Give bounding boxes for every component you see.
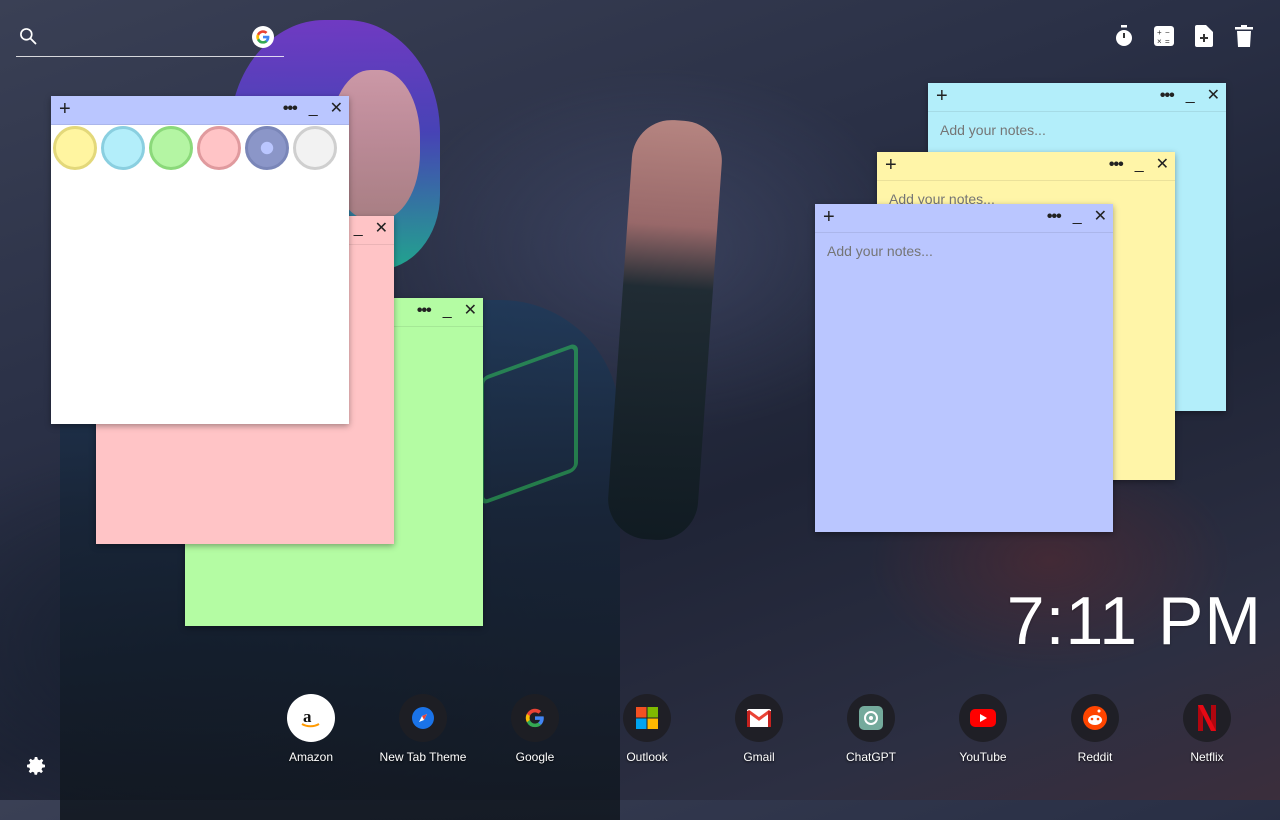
amazon-icon: a: [287, 694, 335, 742]
shortcut-label: YouTube: [959, 750, 1007, 764]
minimize-button[interactable]: _: [1135, 156, 1144, 174]
shortcut-netflix[interactable]: Netflix: [1151, 694, 1263, 764]
svg-text:a: a: [303, 707, 312, 726]
color-swatch-blue[interactable]: [101, 126, 145, 170]
shortcut-label: Google: [515, 750, 555, 764]
wallpaper-neon-accent: [480, 342, 578, 506]
minimize-button[interactable]: _: [309, 100, 318, 118]
compass-icon: [399, 694, 447, 742]
svg-text:−: −: [1165, 28, 1170, 37]
minimize-button[interactable]: _: [354, 220, 363, 238]
close-button[interactable]: ✕: [1207, 87, 1220, 105]
trash-icon[interactable]: [1232, 24, 1256, 48]
minimize-button[interactable]: _: [1186, 87, 1195, 105]
close-button[interactable]: ✕: [375, 220, 388, 238]
note-header: + ••• _ ✕: [877, 152, 1175, 181]
more-options-button[interactable]: •••: [283, 100, 298, 118]
shortcut-youtube[interactable]: YouTube: [927, 694, 1039, 764]
color-palette: [51, 124, 355, 172]
close-button[interactable]: ✕: [330, 100, 343, 118]
shortcut-label: Amazon: [288, 750, 334, 764]
shortcut-new-tab-theme[interactable]: New Tab Theme: [367, 694, 479, 764]
minimize-button[interactable]: _: [443, 302, 452, 320]
google-icon[interactable]: [252, 26, 274, 48]
app-dock: a Amazon New Tab Theme Google Outlook Gm: [255, 694, 1280, 784]
add-note-button[interactable]: +: [885, 155, 897, 175]
add-note-button[interactable]: +: [59, 99, 71, 119]
note-text-area[interactable]: [825, 241, 1107, 525]
clock-time: 7:11 PM: [1006, 583, 1262, 659]
shortcut-google[interactable]: Google: [479, 694, 591, 764]
more-options-button[interactable]: •••: [1047, 208, 1062, 226]
add-note-button[interactable]: +: [823, 207, 835, 227]
shortcut-outlook[interactable]: Outlook: [591, 694, 703, 764]
sticky-note-white[interactable]: + ••• _ ✕: [51, 96, 349, 424]
add-note-icon[interactable]: [1192, 24, 1216, 48]
shortcut-label: ChatGPT: [845, 750, 896, 764]
more-options-button[interactable]: •••: [1109, 156, 1124, 174]
shortcut-label: Outlook: [626, 750, 668, 764]
shortcut-label: New Tab Theme: [379, 750, 467, 764]
calculator-icon[interactable]: + − × =: [1152, 24, 1176, 48]
timer-icon[interactable]: [1112, 24, 1136, 48]
reddit-icon: [1071, 694, 1119, 742]
more-options-button[interactable]: •••: [1160, 87, 1175, 105]
youtube-icon: [959, 694, 1007, 742]
netflix-icon: [1183, 694, 1231, 742]
shortcut-label: Netflix: [1190, 750, 1224, 764]
search-input[interactable]: [48, 26, 252, 52]
shortcut-reddit[interactable]: Reddit: [1039, 694, 1151, 764]
shortcut-gmail[interactable]: Gmail: [703, 694, 815, 764]
close-button[interactable]: ✕: [1156, 156, 1169, 174]
shortcut-label: Reddit: [1077, 750, 1113, 764]
add-note-button[interactable]: +: [936, 86, 948, 106]
svg-text:=: =: [1165, 37, 1170, 46]
close-button[interactable]: ✕: [1094, 208, 1107, 226]
search-bar: [16, 22, 284, 57]
color-swatch-yellow[interactable]: [53, 126, 97, 170]
shortcut-label: Gmail: [743, 750, 775, 764]
color-swatch-pink[interactable]: [197, 126, 241, 170]
minimize-button[interactable]: _: [1073, 208, 1082, 226]
gear-icon[interactable]: [18, 748, 54, 784]
gmail-icon: [735, 694, 783, 742]
color-swatch-green[interactable]: [149, 126, 193, 170]
svg-text:×: ×: [1157, 37, 1162, 46]
top-toolbar: + − × =: [1112, 24, 1256, 48]
shortcut-amazon[interactable]: a Amazon: [255, 694, 367, 764]
more-options-button[interactable]: •••: [417, 302, 432, 320]
chatgpt-icon: [847, 694, 895, 742]
sticky-note-periwinkle[interactable]: + ••• _ ✕: [815, 204, 1113, 532]
close-button[interactable]: ✕: [464, 302, 477, 320]
color-swatch-white[interactable]: [293, 126, 337, 170]
note-header: + ••• _ ✕: [815, 204, 1113, 233]
note-header: + ••• _ ✕: [928, 83, 1226, 112]
svg-text:+: +: [1157, 28, 1162, 37]
shortcut-chatgpt[interactable]: ChatGPT: [815, 694, 927, 764]
note-header: + ••• _ ✕: [51, 96, 349, 125]
color-swatch-periwinkle[interactable]: [245, 126, 289, 170]
wallpaper-figure-arm: [605, 117, 725, 543]
google-icon: [511, 694, 559, 742]
search-icon[interactable]: [18, 26, 38, 46]
microsoft-icon: [623, 694, 671, 742]
